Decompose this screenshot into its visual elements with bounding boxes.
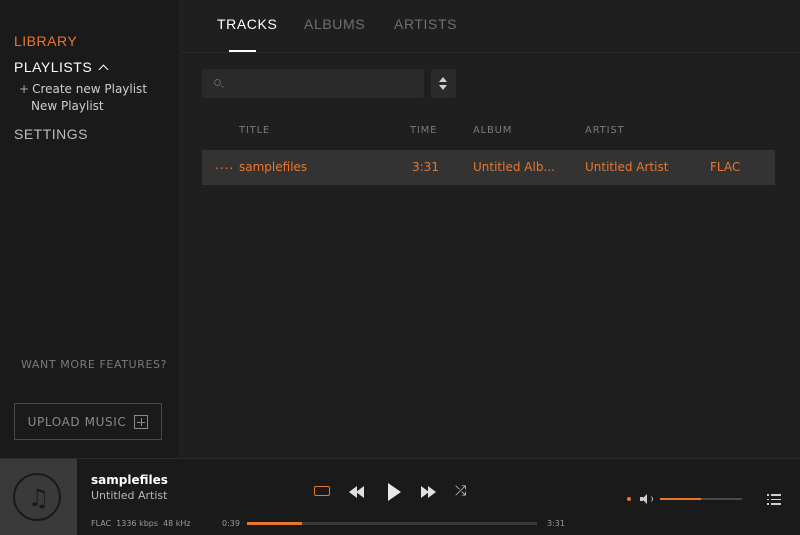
plus-icon: + <box>19 82 30 96</box>
upload-music-button[interactable]: UPLOAD MUSIC <box>14 403 162 440</box>
shuffle-icon[interactable]: ⤮ <box>455 484 466 498</box>
music-note-icon: ♫ <box>27 483 50 512</box>
want-more-features-link[interactable]: WANT MORE FEATURES? <box>21 358 167 371</box>
volume-wave-icon <box>649 496 653 502</box>
track-format: FLAC <box>710 160 741 174</box>
chevron-up-icon[interactable] <box>98 64 109 74</box>
sidebar-item-playlists[interactable]: PLAYLISTS <box>14 59 109 75</box>
sort-up-icon <box>439 77 447 82</box>
create-playlist-button[interactable]: + Create new Playlist <box>19 82 147 96</box>
search-icon <box>214 79 221 86</box>
album-cover: ♫ <box>0 459 77 535</box>
volume-indicator <box>627 497 631 501</box>
now-playing-title: samplefiles <box>91 473 168 487</box>
search-input[interactable] <box>228 74 418 93</box>
progress-fill <box>247 522 303 525</box>
playlist-item[interactable]: New Playlist <box>31 99 104 113</box>
total-time: 3:31 <box>547 519 565 528</box>
track-time: 3:31 <box>412 160 439 174</box>
now-playing-artist: Untitled Artist <box>91 489 168 502</box>
meta-samplerate: 48 kHz <box>163 519 191 528</box>
volume-fill <box>660 498 701 500</box>
column-header-album[interactable]: ALBUM <box>473 125 512 136</box>
queue-icon[interactable] <box>767 494 781 505</box>
track-title: samplefiles <box>239 160 308 174</box>
sidebar-item-playlists-label: PLAYLISTS <box>14 59 93 75</box>
playing-indicator-icon: .... <box>215 158 235 172</box>
player-bar: ♫ samplefiles Untitled Artist FLAC 1336 … <box>0 458 800 535</box>
track-album: Untitled Alb... <box>473 160 555 174</box>
progress-slider[interactable] <box>247 522 537 525</box>
track-artist: Untitled Artist <box>585 160 669 174</box>
create-playlist-label: Create new Playlist <box>32 82 148 96</box>
track-meta: FLAC 1336 kbps 48 kHz <box>91 519 191 528</box>
next-icon[interactable] <box>421 486 437 498</box>
column-header-artist[interactable]: ARTIST <box>585 125 624 136</box>
table-row[interactable]: .... samplefiles 3:31 Untitled Alb... Un… <box>202 150 775 185</box>
tab-tracks[interactable]: TRACKS <box>217 16 277 32</box>
tab-bar: TRACKS ALBUMS ARTISTS <box>181 0 800 53</box>
upload-music-label: UPLOAD MUSIC <box>27 414 127 429</box>
play-icon[interactable] <box>388 483 401 501</box>
app-window: LIBRARY PLAYLISTS + Create new Playlist N… <box>0 0 800 535</box>
tab-albums[interactable]: ALBUMS <box>304 16 365 32</box>
previous-icon[interactable] <box>349 486 365 498</box>
sidebar-item-library[interactable]: LIBRARY <box>14 33 77 49</box>
tab-artists[interactable]: ARTISTS <box>394 16 457 32</box>
column-header-title[interactable]: TITLE <box>239 125 270 136</box>
active-tab-indicator <box>229 50 256 52</box>
sidebar: LIBRARY PLAYLISTS + Create new Playlist N… <box>0 0 180 458</box>
sidebar-item-settings[interactable]: SETTINGS <box>14 126 88 142</box>
meta-format: FLAC <box>91 519 112 528</box>
column-header-time[interactable]: TIME <box>410 125 437 136</box>
search-box[interactable] <box>202 69 424 98</box>
volume-slider[interactable] <box>660 498 742 500</box>
current-time: 0:39 <box>222 519 240 528</box>
meta-bitrate: 1336 kbps <box>116 519 159 528</box>
repeat-icon[interactable] <box>314 486 330 496</box>
sort-button[interactable] <box>431 69 456 98</box>
plus-box-icon <box>134 414 149 429</box>
sort-down-icon <box>439 85 447 90</box>
